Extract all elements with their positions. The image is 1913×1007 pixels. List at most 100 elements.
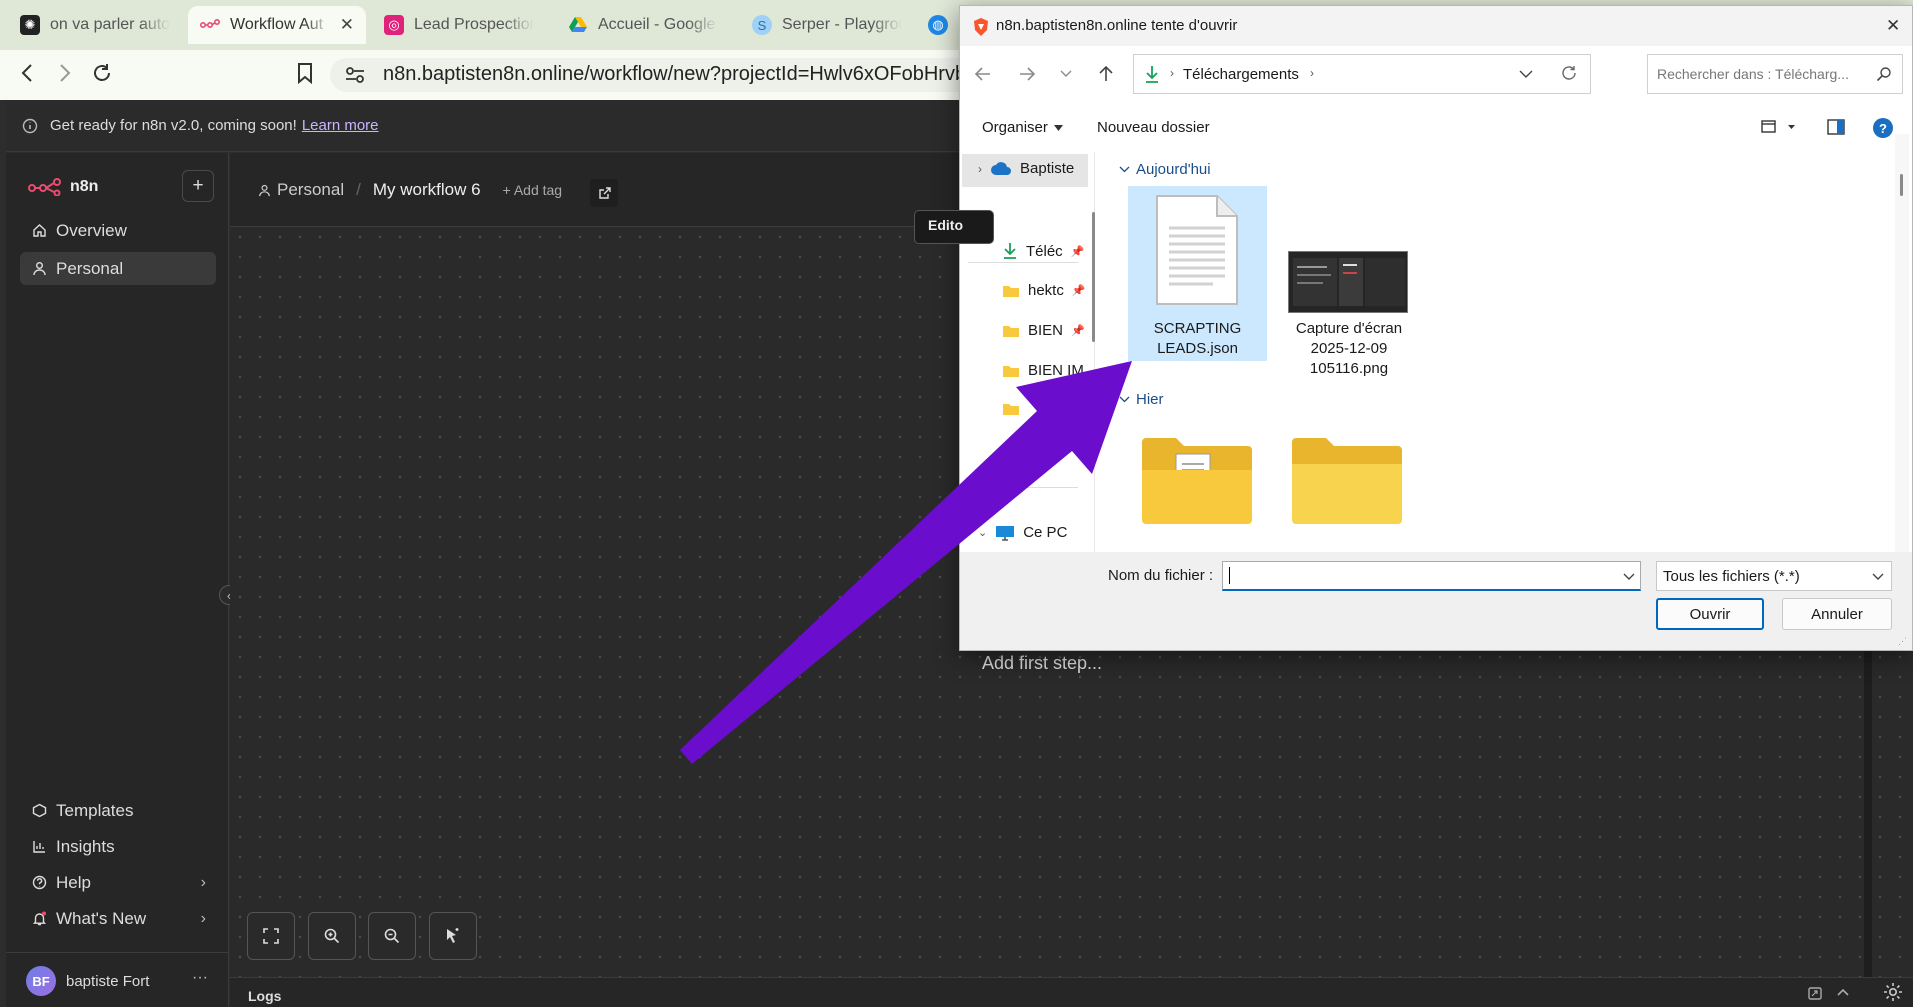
pin-icon: 📌 xyxy=(1071,285,1086,297)
url-text: n8n.baptisten8n.online/workflow/new?proj… xyxy=(383,63,1040,85)
logs-bar[interactable]: Logs xyxy=(230,977,1913,1007)
tree-item-folder[interactable] xyxy=(1002,402,1020,416)
add-first-step-label[interactable]: Add first step... xyxy=(982,653,1102,674)
user-menu-button[interactable]: ··· xyxy=(192,969,208,987)
openai-icon: ✺ xyxy=(20,15,40,35)
chevron-up-icon[interactable] xyxy=(1836,987,1850,997)
zoom-out-button[interactable] xyxy=(368,912,416,960)
instagram-icon: ◎ xyxy=(384,15,404,35)
fit-view-button[interactable] xyxy=(247,912,295,960)
tab-close-icon[interactable]: ✕ xyxy=(340,15,354,35)
back-arrow-icon[interactable] xyxy=(974,66,992,82)
tree-scrollbar[interactable] xyxy=(1092,212,1095,342)
n8n-logo[interactable]: n8n xyxy=(28,178,98,196)
path-segment[interactable]: Téléchargements xyxy=(1183,66,1299,83)
help-button[interactable]: ? xyxy=(1873,118,1893,138)
up-arrow-icon[interactable] xyxy=(1098,64,1114,82)
reload-icon[interactable] xyxy=(90,61,114,85)
user-icon xyxy=(32,261,47,276)
preview-pane-icon[interactable] xyxy=(1827,119,1845,135)
sidebar-item-whats-new[interactable]: What's New › xyxy=(20,902,216,935)
zoom-in-button[interactable] xyxy=(308,912,356,960)
popout-icon[interactable] xyxy=(1808,987,1822,1000)
image-thumbnail-icon[interactable] xyxy=(1288,251,1408,313)
sidebar-item-personal[interactable]: Personal xyxy=(20,252,216,285)
globe-icon: ◍ xyxy=(928,15,948,35)
chevron-right-icon: › xyxy=(978,161,982,176)
browser-tab-active[interactable]: Workflow Aut ✕ xyxy=(188,6,366,44)
settings-gear-icon[interactable] xyxy=(1882,981,1904,1003)
dialog-title: n8n.baptisten8n.online tente d'ouvrir xyxy=(996,17,1238,34)
sidebar-item-label: Templates xyxy=(56,800,134,820)
view-options-icon[interactable] xyxy=(1761,119,1795,135)
chevron-down-icon[interactable] xyxy=(1060,70,1072,78)
info-icon xyxy=(22,118,38,134)
open-button[interactable]: Ouvrir xyxy=(1656,598,1764,630)
tree-item-downloads[interactable]: Téléc 📌 xyxy=(1002,242,1084,260)
filename-input[interactable] xyxy=(1222,561,1641,591)
sidebar-item-label: Help xyxy=(56,872,91,892)
brave-shield-icon xyxy=(972,17,990,37)
forward-arrow-icon[interactable] xyxy=(54,62,74,84)
sidebar-item-overview[interactable]: Overview xyxy=(20,214,216,247)
tree-item-label: Téléc xyxy=(1026,242,1063,260)
sidebar-item-insights[interactable]: Insights xyxy=(20,830,216,863)
sidebar-item-help[interactable]: Help › xyxy=(20,866,216,899)
download-icon xyxy=(1002,242,1018,260)
browser-tab[interactable]: S Serper - Playgrou xyxy=(740,6,918,44)
tree-item-folder[interactable]: hektc 📌 xyxy=(1002,282,1086,299)
tree-item-label: Baptiste xyxy=(1020,160,1075,177)
group-label: Aujourd'hui xyxy=(1136,161,1211,178)
new-folder-button[interactable]: Nouveau dossier xyxy=(1097,119,1210,136)
tree-item-this-pc[interactable]: ⌄ Ce PC xyxy=(978,524,1067,541)
group-header-yesterday[interactable]: Hier xyxy=(1119,391,1164,408)
n8n-logo-icon xyxy=(28,178,62,196)
refresh-icon[interactable] xyxy=(1560,64,1578,82)
file-open-dialog: n8n.baptisten8n.online tente d'ouvrir ✕ … xyxy=(959,5,1913,651)
zoom-out-icon xyxy=(383,927,401,945)
sidebar-item-templates[interactable]: Templates xyxy=(20,794,216,827)
organize-menu[interactable]: Organiser xyxy=(982,119,1063,136)
bell-icon xyxy=(32,911,47,926)
site-settings-icon[interactable] xyxy=(344,65,366,85)
learn-more-link[interactable]: Learn more xyxy=(302,117,379,134)
dialog-close-icon[interactable]: ✕ xyxy=(1886,16,1900,36)
folder-icon[interactable] xyxy=(1290,434,1404,526)
tree-item-folder[interactable] xyxy=(1002,442,1020,456)
project-link[interactable]: Personal xyxy=(277,180,344,200)
browser-tab[interactable]: ◍ xyxy=(924,6,954,44)
file-name[interactable]: SCRAPTING LEADS.json xyxy=(1128,319,1267,359)
browser-tab[interactable]: ◎ Lead Prospection: xyxy=(372,6,550,44)
download-icon xyxy=(1144,64,1160,84)
folder-with-document-icon[interactable] xyxy=(1140,434,1254,526)
tree-item-folder[interactable]: BIEN IM xyxy=(1002,362,1084,379)
bookmark-icon[interactable] xyxy=(296,62,314,84)
chevron-down-icon xyxy=(1623,573,1635,581)
back-arrow-icon[interactable] xyxy=(18,62,38,84)
file-list-scrollbar[interactable] xyxy=(1895,134,1909,552)
add-button[interactable]: + xyxy=(182,170,214,202)
tree-item-onedrive[interactable]: › Baptiste xyxy=(978,160,1074,177)
avatar[interactable]: BF xyxy=(26,966,56,996)
cancel-button[interactable]: Annuler xyxy=(1782,598,1892,630)
group-header-today[interactable]: Aujourd'hui xyxy=(1119,161,1211,178)
resize-grip-icon[interactable]: ⋰ xyxy=(1898,636,1907,647)
tree-item-folder[interactable]: BIEN 📌 xyxy=(1002,322,1085,339)
tidy-up-button[interactable] xyxy=(429,912,477,960)
group-label: Hier xyxy=(1136,391,1164,408)
file-name[interactable]: Capture d'écran 2025-12-09 105116.png xyxy=(1278,319,1420,379)
workflow-name[interactable]: My workflow 6 xyxy=(373,180,481,200)
browser-tab[interactable]: ✺ on va parler autom xyxy=(8,6,186,44)
sidebar-item-label: What's New xyxy=(56,908,147,928)
sidebar: n8n + Overview Personal Templates Insigh… xyxy=(6,153,229,1007)
forward-arrow-icon[interactable] xyxy=(1018,66,1036,82)
path-dropdown-icon[interactable] xyxy=(1519,70,1533,78)
search-input[interactable]: Rechercher dans : Télécharg... xyxy=(1647,54,1903,94)
tree-item-label: Ce PC xyxy=(1023,524,1068,541)
browser-tab[interactable]: Accueil - Google D xyxy=(556,6,734,44)
scrollbar-thumb[interactable] xyxy=(1900,174,1903,196)
tab-editor[interactable]: Edito xyxy=(914,210,994,244)
filetype-select[interactable]: Tous les fichiers (*.*) xyxy=(1656,561,1892,591)
open-external-icon[interactable] xyxy=(590,179,618,207)
add-tag-button[interactable]: + Add tag xyxy=(503,182,563,198)
